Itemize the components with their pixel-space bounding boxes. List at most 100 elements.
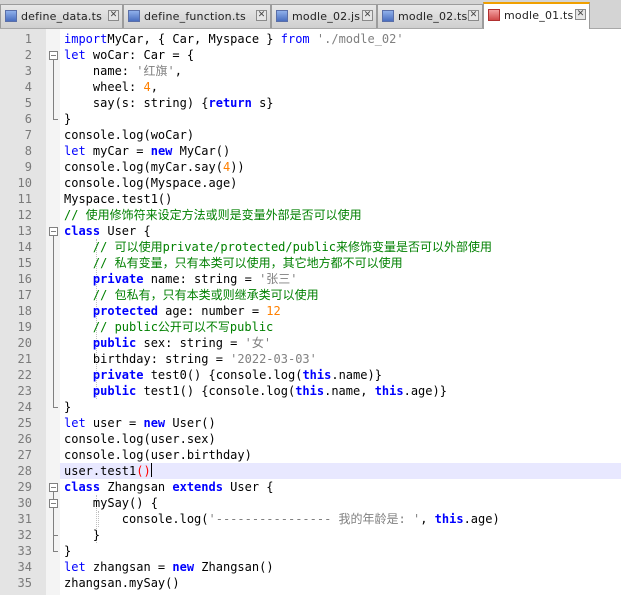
code-line[interactable]: say(s: string) {return s}	[64, 95, 274, 111]
code-line[interactable]: // 使用修饰符来设定方法或则是变量外部是否可以使用	[64, 207, 362, 223]
fold-end-mark	[53, 407, 58, 408]
code-line[interactable]: birthday: string = '2022-03-03'	[64, 351, 317, 367]
code-token: .name)}	[331, 368, 382, 382]
code-line[interactable]: private name: string = '张三'	[64, 271, 298, 287]
code-token: Zhangsan	[100, 480, 173, 494]
code-token: myCar =	[85, 144, 151, 158]
line-number: 14	[17, 240, 32, 254]
file-icon	[128, 10, 140, 22]
code-line[interactable]: public sex: string = '女'	[64, 335, 271, 351]
code-line[interactable]: wheel: 4,	[64, 79, 158, 95]
code-line[interactable]: console.log('---------------- 我的年龄是: ', …	[64, 511, 500, 527]
tab-modle-01-ts[interactable]: modle_01.ts ✕	[483, 2, 590, 29]
code-line[interactable]: console.log(myCar.say(4))	[64, 159, 245, 175]
code-editor[interactable]: importMyCar, { Car, Myspace } from './mo…	[60, 29, 621, 595]
code-line[interactable]: let woCar: Car = {	[64, 47, 194, 63]
code-line[interactable]: let myCar = new MyCar()	[64, 143, 230, 159]
code-line[interactable]: console.log(user.birthday)	[64, 447, 252, 463]
code-line[interactable]: public test1() {console.log(this.name, t…	[64, 383, 447, 399]
code-line[interactable]: importMyCar, { Car, Myspace } from './mo…	[64, 31, 404, 47]
code-line[interactable]: }	[64, 399, 71, 415]
code-line[interactable]: private test0() {console.log(this.name)}	[64, 367, 382, 383]
code-token: ,	[420, 512, 435, 526]
fold-margin[interactable]	[46, 29, 60, 595]
code-line[interactable]: Myspace.test1()	[64, 191, 172, 207]
code-line[interactable]: class User {	[64, 223, 151, 239]
code-token: './modle_02'	[316, 32, 404, 46]
code-token: // 使用修饰符来设定方法或则是变量外部是否可以使用	[64, 208, 362, 222]
code-token: console.log(user.sex)	[64, 432, 216, 446]
code-token: }	[64, 528, 101, 542]
code-line[interactable]: // public公开可以不写public	[64, 319, 273, 335]
fold-line	[53, 508, 54, 535]
code-token: '红旗'	[136, 64, 175, 78]
fold-minus-icon[interactable]	[49, 499, 58, 508]
code-token: class	[64, 480, 101, 494]
fold-minus-icon[interactable]	[49, 227, 58, 236]
code-token: '2022-03-03'	[230, 352, 317, 366]
code-token: Myspace.test1()	[64, 192, 173, 206]
code-token: console.log(Myspace.age)	[64, 176, 238, 190]
code-line[interactable]: class Zhangsan extends User {	[64, 479, 274, 495]
code-line[interactable]: user.test1()	[64, 463, 152, 479]
code-token: 12	[266, 304, 281, 318]
fold-end-mark	[53, 535, 58, 536]
close-icon[interactable]: ✕	[108, 10, 119, 21]
code-line[interactable]: console.log(woCar)	[64, 127, 194, 143]
code-line[interactable]: // 包私有，只有本类或则继承类可以使用	[64, 287, 319, 303]
code-line[interactable]: console.log(Myspace.age)	[64, 175, 237, 191]
code-token: public	[64, 336, 137, 350]
tab-modle-02-js[interactable]: modle_02.js ✕	[271, 4, 377, 28]
fold-minus-icon[interactable]	[49, 51, 58, 60]
code-line[interactable]: zhangsan.mySay()	[64, 575, 180, 591]
code-token: private	[64, 272, 144, 286]
code-line[interactable]: name: '红旗',	[64, 63, 182, 79]
close-icon[interactable]: ✕	[468, 10, 479, 21]
code-token: User {	[222, 480, 274, 494]
code-token: 4	[143, 80, 151, 94]
code-line[interactable]: let user = new User()	[64, 415, 216, 431]
fold-line	[53, 60, 54, 119]
code-line[interactable]: console.log(user.sex)	[64, 431, 216, 447]
close-icon[interactable]: ✕	[575, 9, 586, 20]
code-token: MyCar()	[172, 144, 231, 158]
close-icon[interactable]: ✕	[256, 10, 267, 21]
code-line[interactable]: // 可以使用private/protected/public来修饰变量是否可以…	[64, 239, 492, 255]
line-number: 29	[17, 480, 32, 494]
code-token: // 包私有，只有本类或则继承类可以使用	[64, 288, 319, 302]
code-line[interactable]: }	[64, 543, 71, 559]
fold-minus-icon[interactable]	[49, 483, 58, 492]
code-line[interactable]: }	[64, 527, 100, 543]
code-token: test1() {console.log(	[136, 384, 296, 398]
line-number: 31	[17, 512, 32, 526]
line-number: 20	[17, 336, 32, 350]
code-token: wheel:	[64, 80, 144, 94]
line-number: 22	[17, 368, 32, 382]
line-number-gutter: 1 2 3 4 5 6 7 8 9 10 11 12 13 14 15 16 17 18 19 20 21 22 23 24 2…	[0, 29, 46, 595]
fold-end-mark	[53, 119, 58, 120]
code-line[interactable]: let zhangsan = new Zhangsan()	[64, 559, 274, 575]
code-line[interactable]: protected age: number = 12	[64, 303, 281, 319]
code-token: ,	[174, 64, 182, 78]
code-line[interactable]: mySay() {	[64, 495, 158, 511]
line-number: 21	[17, 352, 32, 366]
code-token: class	[64, 224, 101, 238]
tab-define-function[interactable]: define_function.ts ✕	[123, 4, 271, 28]
tab-define-data[interactable]: define_data.ts ✕	[0, 4, 123, 28]
line-number: 12	[17, 208, 32, 222]
code-token: // 可以使用private/protected/public来修饰变量是否可以…	[64, 240, 492, 254]
code-line[interactable]: }	[64, 111, 71, 127]
fold-line	[53, 236, 54, 407]
close-icon[interactable]: ✕	[362, 10, 373, 21]
line-number: 23	[17, 384, 32, 398]
code-line[interactable]: // 私有变量，只有本类可以使用，其它地方都不可以使用	[64, 255, 403, 271]
code-token: }	[64, 112, 72, 126]
code-token: console.log(user.birthday)	[64, 448, 252, 462]
code-token: this	[434, 512, 464, 526]
code-token: zhangsan =	[85, 560, 173, 574]
tab-modle-02-ts[interactable]: modle_02.ts ✕	[377, 4, 483, 28]
code-token: sex: string =	[136, 336, 245, 350]
code-token: private	[64, 368, 144, 382]
code-token: // public公开可以不写public	[64, 320, 274, 334]
